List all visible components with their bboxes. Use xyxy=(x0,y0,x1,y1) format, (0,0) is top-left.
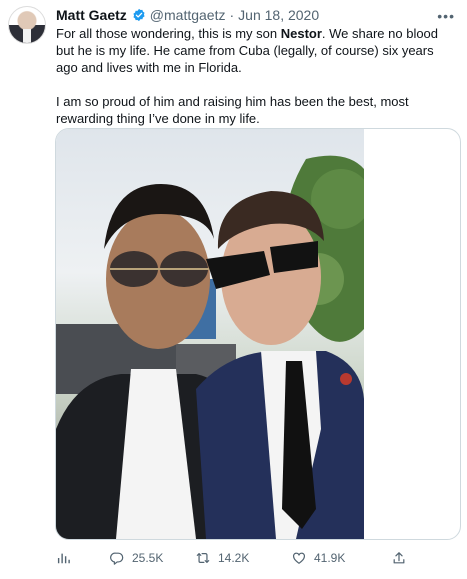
author-avatar[interactable] xyxy=(8,6,46,44)
like-button[interactable]: 41.9K xyxy=(292,551,392,565)
analytics-button[interactable] xyxy=(56,551,110,565)
tweet-date[interactable]: Jun 18, 2020 xyxy=(238,7,319,23)
verified-badge-icon xyxy=(133,8,145,22)
tweet-card: Matt Gaetz @mattgaetz · Jun 18, 2020 •••… xyxy=(0,0,467,579)
tweet-text: For all those wondering, this is my son … xyxy=(56,25,458,144)
retweet-button[interactable]: 14.2K xyxy=(196,551,292,565)
tweet-media[interactable] xyxy=(55,128,461,540)
tweet-header: Matt Gaetz @mattgaetz · Jun 18, 2020 xyxy=(56,6,319,24)
retweet-count: 14.2K xyxy=(218,551,250,565)
like-count: 41.9K xyxy=(314,551,346,565)
reply-count: 25.5K xyxy=(132,551,164,565)
share-icon xyxy=(393,552,405,564)
analytics-icon xyxy=(57,553,70,564)
more-options-icon[interactable]: ••• xyxy=(437,8,455,24)
tweet-paragraph-1: For all those wondering, this is my son … xyxy=(56,25,458,76)
avatar-shirt xyxy=(23,29,31,43)
photo-illustration xyxy=(56,155,364,539)
retweet-icon xyxy=(196,553,210,563)
reply-button[interactable]: 25.5K xyxy=(110,551,196,565)
share-button[interactable] xyxy=(392,551,414,565)
reply-icon xyxy=(110,552,124,565)
tweet-paragraph-2: I am so proud of him and raising him has… xyxy=(56,94,409,126)
author-name[interactable]: Matt Gaetz xyxy=(56,7,127,23)
tweet-text-part: For all those wondering, this is my son xyxy=(56,26,281,41)
tweet-actions: 25.5K 14.2K 41.9K xyxy=(56,550,446,566)
header-separator: · xyxy=(229,7,235,23)
heart-icon xyxy=(292,552,306,564)
author-handle[interactable]: @mattgaetz xyxy=(150,7,226,23)
tweet-text-bold: Nestor xyxy=(280,26,322,41)
tweet-photo[interactable] xyxy=(56,129,364,539)
